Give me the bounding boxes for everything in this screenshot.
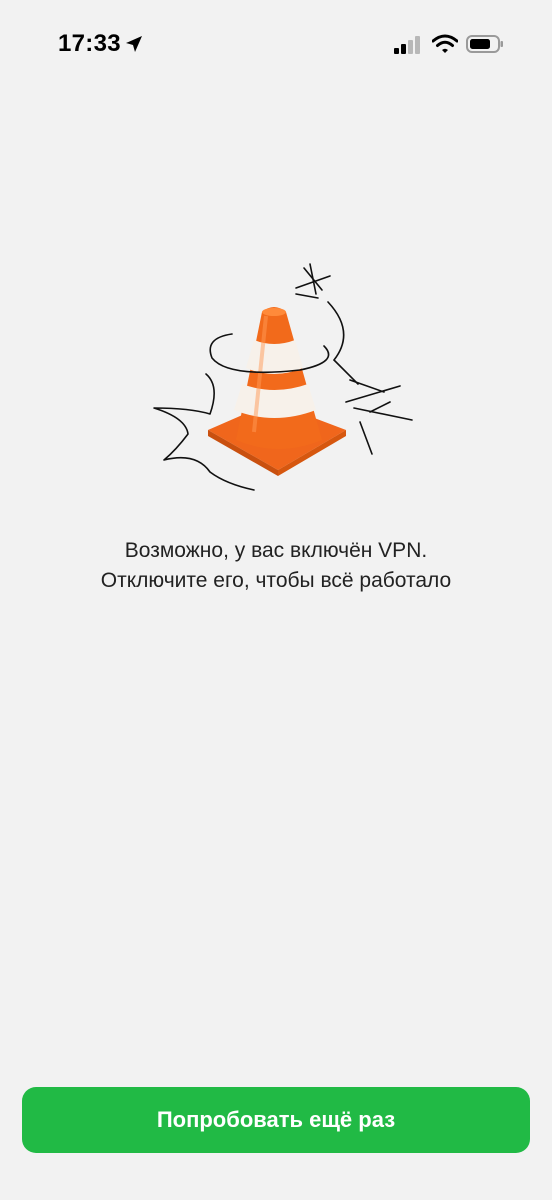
location-arrow-icon — [126, 36, 142, 52]
retry-button[interactable]: Попробовать ещё раз — [22, 1087, 530, 1153]
message-line-1: Возможно, у вас включён VPN. — [124, 539, 428, 562]
vpn-warning-message: Возможно, у вас включён VPN. Отключите е… — [0, 536, 552, 596]
cellular-signal-icon — [394, 36, 420, 54]
wifi-icon — [432, 34, 458, 53]
status-bar: 17:33 — [0, 0, 552, 90]
message-line-2: Отключите его, чтобы всё работало — [100, 569, 452, 592]
traffic-cone-icon — [153, 263, 413, 491]
battery-icon — [466, 35, 503, 53]
status-time: 17:33 — [58, 30, 121, 57]
